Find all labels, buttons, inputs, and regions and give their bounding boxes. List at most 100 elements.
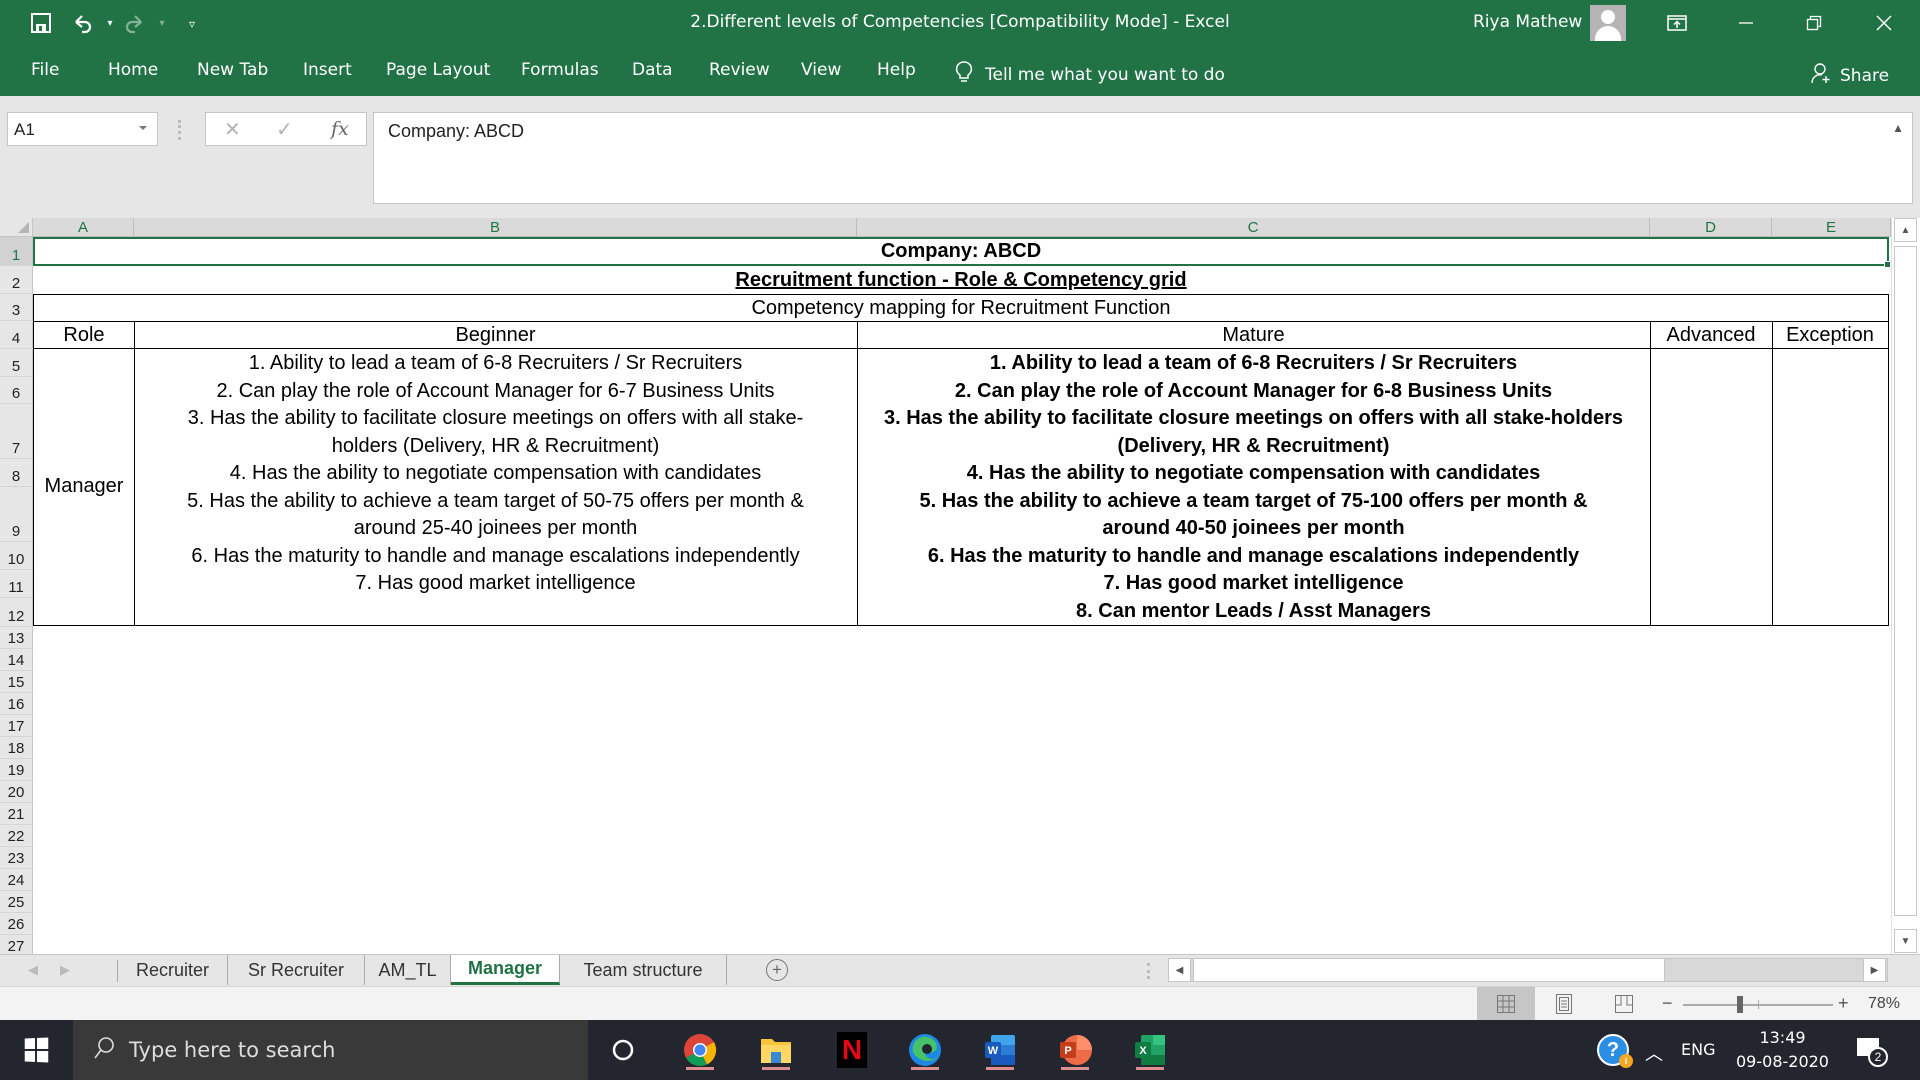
show-hidden-icons-icon[interactable]: ︿ (1645, 1040, 1663, 1066)
fill-handle[interactable] (1884, 261, 1891, 268)
formula-input[interactable]: Company: ABCD ▲ (373, 112, 1913, 204)
horizontal-scroll-thumb[interactable] (1193, 959, 1665, 981)
customize-qat-icon[interactable]: ▿ (180, 12, 204, 36)
row-header[interactable]: 15 (0, 671, 33, 693)
normal-view-icon[interactable] (1477, 987, 1535, 1021)
row-header[interactable]: 8 (0, 459, 33, 487)
scroll-left-icon[interactable]: ◀ (1168, 958, 1191, 982)
select-all-button[interactable] (0, 218, 33, 237)
ribbon-tab-data[interactable]: Data (632, 60, 673, 80)
header-exception[interactable]: Exception (1772, 321, 1889, 349)
column-header-e[interactable]: E (1772, 218, 1891, 237)
row-header[interactable]: 7 (0, 404, 33, 459)
header-advanced[interactable]: Advanced (1650, 321, 1773, 349)
cell-advanced[interactable] (1650, 348, 1773, 626)
header-mature[interactable]: Mature (857, 321, 1651, 349)
vertical-scroll-thumb[interactable] (1894, 246, 1917, 916)
row-header[interactable]: 9 (0, 487, 33, 542)
chevron-down-icon[interactable] (139, 126, 147, 130)
column-header-a[interactable]: A (33, 218, 134, 237)
add-sheet-icon[interactable]: + (766, 959, 788, 981)
ribbon-display-options-icon[interactable] (1643, 0, 1711, 46)
row-header[interactable]: 20 (0, 781, 33, 803)
formula-bar-grip[interactable] (178, 120, 182, 140)
notification-center-icon[interactable]: 2 (1857, 1038, 1888, 1067)
cortana-icon[interactable] (603, 1030, 643, 1070)
row-header[interactable]: 24 (0, 869, 33, 891)
ribbon-tab-help[interactable]: Help (877, 60, 916, 80)
save-icon[interactable] (29, 12, 53, 36)
header-role[interactable]: Role (33, 321, 135, 349)
sheet-tab-recruiter[interactable]: Recruiter (118, 955, 228, 985)
next-sheet-icon[interactable]: ▶ (60, 962, 70, 978)
restore-icon[interactable] (1780, 0, 1848, 46)
row-header[interactable]: 22 (0, 825, 33, 847)
row-header[interactable]: 5 (0, 349, 33, 377)
redo-dropdown-icon[interactable]: ▾ (150, 12, 174, 36)
help-tray-icon[interactable]: ? i (1597, 1034, 1633, 1068)
redo-icon[interactable] (123, 12, 147, 36)
column-header-c[interactable]: C (857, 218, 1650, 237)
share-button[interactable]: Share (1810, 62, 1889, 89)
ribbon-tab-file[interactable]: File (31, 60, 59, 80)
clock[interactable]: 13:49 09-08-2020 (1735, 1026, 1830, 1074)
row-header[interactable]: 17 (0, 715, 33, 737)
row-header[interactable]: 18 (0, 737, 33, 759)
ribbon-tab-review[interactable]: Review (709, 60, 770, 80)
ribbon-tab-home[interactable]: Home (108, 60, 158, 80)
column-header-b[interactable]: B (134, 218, 857, 237)
header-beginner[interactable]: Beginner (134, 321, 858, 349)
cell-exception[interactable] (1772, 348, 1889, 626)
row-header[interactable]: 6 (0, 377, 33, 404)
sheet-tab-am-tl[interactable]: AM_TL (365, 955, 451, 985)
undo-icon[interactable] (70, 12, 94, 36)
row-header[interactable]: 21 (0, 803, 33, 825)
tell-me-search[interactable]: Tell me what you want to do (955, 60, 1225, 89)
collapse-formula-bar-icon[interactable]: ▲ (1892, 121, 1904, 135)
minimize-icon[interactable] (1712, 0, 1780, 46)
ribbon-tab-page-layout[interactable]: Page Layout (386, 60, 490, 80)
cell-role-manager[interactable]: Manager (33, 348, 135, 626)
insert-function-icon[interactable]: fx (331, 118, 349, 140)
excel-icon[interactable]: X (1130, 1030, 1170, 1070)
cancel-icon[interactable]: ✕ (224, 117, 241, 142)
undo-dropdown-icon[interactable]: ▾ (98, 12, 122, 36)
scroll-right-icon[interactable]: ▶ (1863, 958, 1886, 982)
name-box[interactable]: A1 (7, 112, 158, 146)
row-header[interactable]: 16 (0, 693, 33, 715)
row-header[interactable]: 11 (0, 570, 33, 598)
input-language[interactable]: ENG (1681, 1040, 1715, 1059)
taskbar-search[interactable]: Type here to search (73, 1020, 588, 1080)
row-header[interactable]: 19 (0, 759, 33, 781)
row-header[interactable]: 26 (0, 913, 33, 935)
scroll-down-icon[interactable]: ▼ (1894, 929, 1917, 953)
horizontal-scrollbar[interactable]: ◀ ▶ (1168, 958, 1888, 982)
zoom-slider[interactable] (1683, 996, 1833, 1013)
row-header[interactable]: 1 (0, 237, 33, 266)
row-header[interactable]: 25 (0, 891, 33, 913)
sheet-tab-manager[interactable]: Manager (451, 955, 560, 985)
word-icon[interactable]: W (980, 1030, 1020, 1070)
zoom-in-button[interactable]: + (1838, 993, 1849, 1014)
ribbon-tab-new-tab[interactable]: New Tab (197, 60, 268, 80)
row-header[interactable]: 3 (0, 294, 33, 321)
row-header[interactable]: 2 (0, 266, 33, 294)
zoom-out-button[interactable]: − (1662, 993, 1673, 1014)
row-header[interactable]: 4 (0, 321, 33, 349)
row-header[interactable]: 23 (0, 847, 33, 869)
close-icon[interactable] (1850, 0, 1918, 46)
user-name[interactable]: Riya Mathew (1473, 12, 1582, 32)
row-header[interactable]: 14 (0, 649, 33, 671)
page-break-preview-icon[interactable] (1595, 987, 1653, 1021)
netflix-icon[interactable]: N (832, 1030, 872, 1070)
start-button[interactable] (0, 1020, 72, 1080)
sheet-tab-sr-recruiter[interactable]: Sr Recruiter (228, 955, 365, 985)
ribbon-tab-view[interactable]: View (801, 60, 841, 80)
page-layout-view-icon[interactable] (1535, 987, 1593, 1021)
row-header[interactable]: 10 (0, 542, 33, 570)
zoom-slider-thumb[interactable] (1736, 996, 1743, 1013)
sheet-tab-team-structure[interactable]: Team structure (560, 955, 727, 985)
cell-title[interactable]: Company: ABCD (33, 237, 1889, 266)
ribbon-tab-formulas[interactable]: Formulas (521, 60, 599, 80)
column-header-d[interactable]: D (1650, 218, 1772, 237)
